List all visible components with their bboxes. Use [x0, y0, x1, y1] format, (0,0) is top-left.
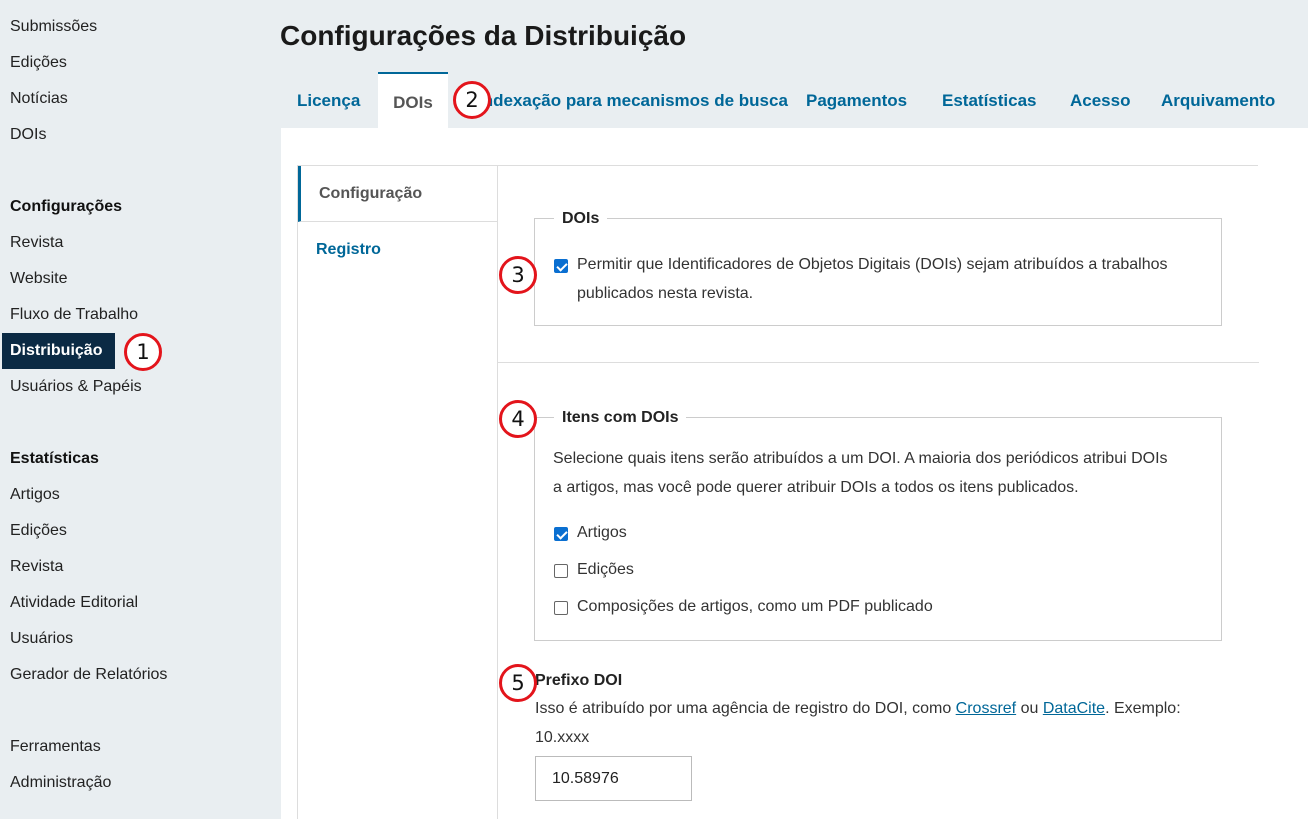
annotation-badge-1: 1 [124, 333, 162, 371]
dois-fieldset-legend: DOIs [554, 210, 608, 228]
help-text-after: . Exemplo: [1105, 700, 1181, 717]
sidebar-item-issues[interactable]: Edições [10, 53, 67, 73]
annotation-badge-2: 2 [453, 81, 491, 119]
issues-checkbox-label: Edições [577, 561, 634, 578]
galleys-checkbox[interactable] [554, 601, 568, 615]
sidebar-item-stats-users[interactable]: Usuários [10, 629, 73, 649]
crossref-link[interactable]: Crossref [956, 700, 1016, 717]
sidebar-item-stats-issues[interactable]: Edições [10, 521, 67, 541]
items-description-line2: a artigos, mas você pode querer atribuir… [553, 479, 1079, 496]
sidebar-item-distribution[interactable]: Distribuição [2, 333, 115, 369]
galleys-checkbox-label: Composições de artigos, como um PDF publ… [577, 598, 933, 615]
sidebar-item-dois[interactable]: DOIs [10, 125, 46, 145]
settings-container: Configuração Registro DOIs Permitir que … [297, 165, 1259, 819]
page-title: Configurações da Distribuição [280, 20, 687, 51]
help-text-mid: ou [1016, 700, 1043, 717]
articles-checkbox[interactable] [554, 527, 568, 541]
tab-license[interactable]: Licença [297, 72, 360, 129]
sidebar-heading-statistics: Estatísticas [10, 450, 99, 467]
sidebar-item-news[interactable]: Notícias [10, 89, 68, 109]
sidebar-item-administration[interactable]: Administração [10, 773, 111, 793]
doi-prefix-help-line1: Isso é atribuído por uma agência de regi… [535, 694, 1235, 723]
enable-dois-checkbox[interactable] [554, 259, 568, 273]
sub-navigation: Configuração Registro [298, 166, 497, 819]
tab-payments[interactable]: Pagamentos [806, 72, 907, 129]
tab-statistics[interactable]: Estatísticas [942, 72, 1037, 129]
items-description-line1: Selecione quais itens serão atribuídos a… [553, 450, 1168, 467]
doi-prefix-help-line2: 10.xxxx [535, 729, 590, 746]
section-divider [498, 362, 1259, 363]
help-text-before: Isso é atribuído por uma agência de regi… [535, 700, 956, 717]
items-description: Selecione quais itens serão atribuídos a… [553, 444, 1213, 502]
tab-search-indexing[interactable]: Indexação para mecanismos de busca [478, 72, 788, 129]
tab-bar: Licença DOIs Indexação para mecanismos d… [280, 72, 1308, 129]
doi-prefix-label: Prefixo DOI [535, 672, 623, 689]
sidebar-item-stats-editorial[interactable]: Atividade Editorial [10, 593, 138, 613]
sidebar-item-journal[interactable]: Revista [10, 233, 63, 253]
sidebar-item-submissions[interactable]: Submissões [10, 17, 97, 37]
sidebar-item-website[interactable]: Website [10, 269, 68, 289]
sidebar-heading-settings: Configurações [10, 198, 123, 215]
annotation-badge-3: 3 [499, 256, 537, 294]
enable-dois-label-line1: Permitir que Identificadores de Objetos … [577, 256, 1168, 273]
sidebar-item-users-roles[interactable]: Usuários & Papéis [10, 377, 142, 397]
sidebar-item-report-generator[interactable]: Gerador de Relatórios [10, 665, 167, 685]
tab-dois[interactable]: DOIs [378, 72, 448, 129]
sidebar-item-stats-journal[interactable]: Revista [10, 557, 63, 577]
sidebar-item-workflow[interactable]: Fluxo de Trabalho [10, 305, 138, 325]
enable-dois-label: Permitir que Identificadores de Objetos … [577, 250, 1217, 308]
sidebar-item-stats-articles[interactable]: Artigos [10, 485, 60, 505]
datacite-link[interactable]: DataCite [1043, 700, 1105, 717]
subnav-registration[interactable]: Registro [298, 222, 497, 278]
doi-prefix-input[interactable]: 10.58976 [535, 756, 692, 801]
tab-archiving[interactable]: Arquivamento [1161, 72, 1275, 129]
subnav-configuration[interactable]: Configuração [298, 166, 497, 222]
sidebar: Submissões Edições Notícias DOIs Configu… [0, 0, 270, 819]
tab-access[interactable]: Acesso [1070, 72, 1130, 129]
settings-form: DOIs Permitir que Identificadores de Obj… [497, 166, 1259, 819]
issues-checkbox[interactable] [554, 564, 568, 578]
sidebar-item-tools[interactable]: Ferramentas [10, 737, 101, 757]
articles-checkbox-label: Artigos [577, 524, 627, 541]
doi-prefix-help: Isso é atribuído por uma agência de regi… [535, 694, 1235, 752]
annotation-badge-5: 5 [499, 664, 537, 702]
items-fieldset-legend: Itens com DOIs [554, 409, 687, 427]
main-panel: Configuração Registro DOIs Permitir que … [281, 128, 1308, 819]
annotation-badge-4: 4 [499, 400, 537, 438]
enable-dois-label-line2: publicados nesta revista. [577, 285, 754, 302]
